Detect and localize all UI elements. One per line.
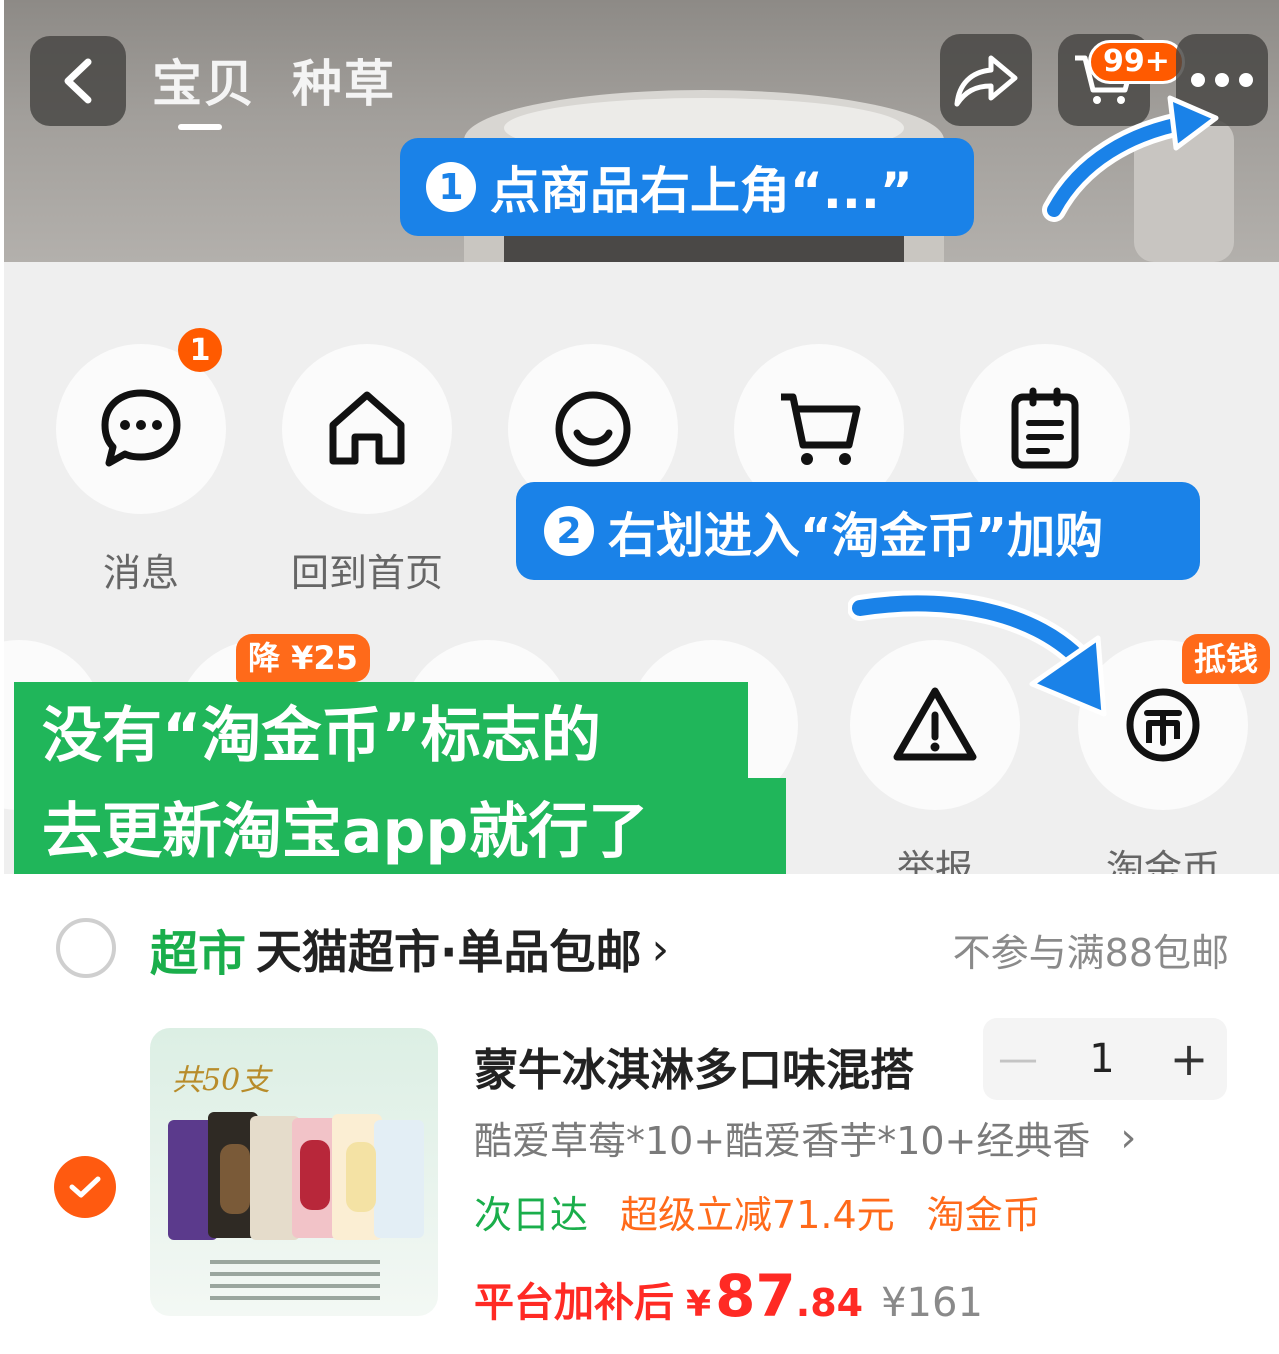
increase-button[interactable]: + <box>1151 1032 1227 1086</box>
arrow-to-more-icon <box>1042 95 1219 222</box>
taojinbi-tag: 淘金币 <box>926 1193 1041 1237</box>
delivery-tag: 次日达 <box>474 1193 589 1237</box>
arrow-to-taojinbi-icon <box>848 590 1107 717</box>
chevron-right-icon: › <box>651 923 670 975</box>
promo-tags: 次日达 超级立减71.4元 淘金币 <box>474 1184 1041 1239</box>
quantity-stepper: — 1 + <box>983 1018 1227 1100</box>
callout-step2: 2 右划进入“淘金币”加购 <box>516 482 1200 580</box>
menu-label-home: 回到首页 <box>290 551 443 595</box>
cart-store-section: 超市 天猫超市·单品包邮 › 不参与满88包邮 共50支 蒙牛冰淇淋多口味混搭 <box>0 874 1279 1354</box>
sku-selector[interactable]: 酷爱草莓*10+酷爱香芋*10+经典香 › <box>474 1110 1136 1165</box>
callout-green-line2: 去更新淘宝app就行了 <box>14 778 786 874</box>
callout-green-line2-text: 去更新淘宝app就行了 <box>42 796 649 867</box>
menu-label-message: 消息 <box>102 551 179 595</box>
header-tabs: 宝贝 种草 <box>152 44 396 130</box>
back-button[interactable] <box>30 36 126 126</box>
store-tag: 超市 <box>150 926 247 982</box>
cart-icon <box>781 393 861 465</box>
checkmark-icon <box>69 1176 101 1198</box>
message-count-badge: 1 <box>178 328 222 372</box>
callout-step1: 1 点商品右上角“...” <box>400 138 974 236</box>
store-header[interactable]: 超市 天猫超市·单品包邮 › <box>150 914 669 984</box>
item-select-checkbox[interactable] <box>54 1156 116 1218</box>
store-name: 天猫超市·单品包邮 <box>256 925 642 979</box>
discount-promo-tag: 超级立减71.4元 <box>620 1193 895 1237</box>
tab-baobei[interactable]: 宝贝 <box>152 44 256 130</box>
ice-cream-product-image: 共50支 <box>168 1063 424 1300</box>
price-label: 平台加补后 <box>474 1280 674 1326</box>
chevron-left-icon <box>64 58 92 104</box>
clipboard-icon <box>1011 387 1079 469</box>
product-title[interactable]: 蒙牛冰淇淋多口味混搭 <box>474 1034 914 1098</box>
price-decimal: .84 <box>795 1281 864 1325</box>
share-button[interactable] <box>940 34 1032 126</box>
price-currency: ¥ <box>686 1284 712 1325</box>
price-row: 平台加补后 ¥ 87 .84 ¥161 <box>474 1262 983 1330</box>
discount-tag: 降 ¥25 <box>236 634 370 682</box>
menu-label-taojinbi: 淘金币 <box>1105 847 1220 874</box>
more-dots-icon <box>1191 73 1253 87</box>
sku-text: 酷爱草莓*10+酷爱香芋*10+经典香 <box>474 1119 1091 1163</box>
menu-item-message[interactable]: 1 消息 <box>56 328 226 597</box>
product-thumbnail[interactable]: 共50支 <box>150 1028 438 1316</box>
thumb-badge-text: 共50支 <box>172 1063 273 1098</box>
callout-step2-text: 右划进入“淘金币”加购 <box>608 508 1104 564</box>
callout-green-line1-text: 没有“淘金币”标志的 <box>42 700 601 771</box>
step-number-2: 2 <box>544 506 594 556</box>
discount-hint-tag: 抵钱 <box>1182 634 1271 684</box>
callout-green-line1: 没有“淘金币”标志的 <box>14 682 748 778</box>
chevron-right-icon: › <box>1120 1114 1137 1161</box>
original-price: ¥161 <box>881 1280 983 1326</box>
decrease-button[interactable]: — <box>983 1036 1053 1082</box>
home-icon <box>329 391 405 465</box>
store-select-radio[interactable] <box>56 918 116 978</box>
quantity-value[interactable]: 1 <box>1053 1036 1151 1082</box>
share-icon <box>954 55 1018 107</box>
step-number-1: 1 <box>426 162 476 212</box>
chat-bubble-icon <box>101 389 181 467</box>
tab-zhongcao[interactable]: 种草 <box>292 44 396 116</box>
smile-icon <box>555 391 631 467</box>
price-integer: 87 <box>715 1262 796 1330</box>
shipping-note: 不参与满88包邮 <box>952 931 1229 975</box>
cart-count-badge: 99+ <box>1088 40 1185 84</box>
menu-item-home[interactable]: 回到首页 <box>282 344 452 597</box>
menu-label-report: 举报 <box>896 847 973 874</box>
callout-step1-text: 点商品右上角“...” <box>490 162 913 220</box>
